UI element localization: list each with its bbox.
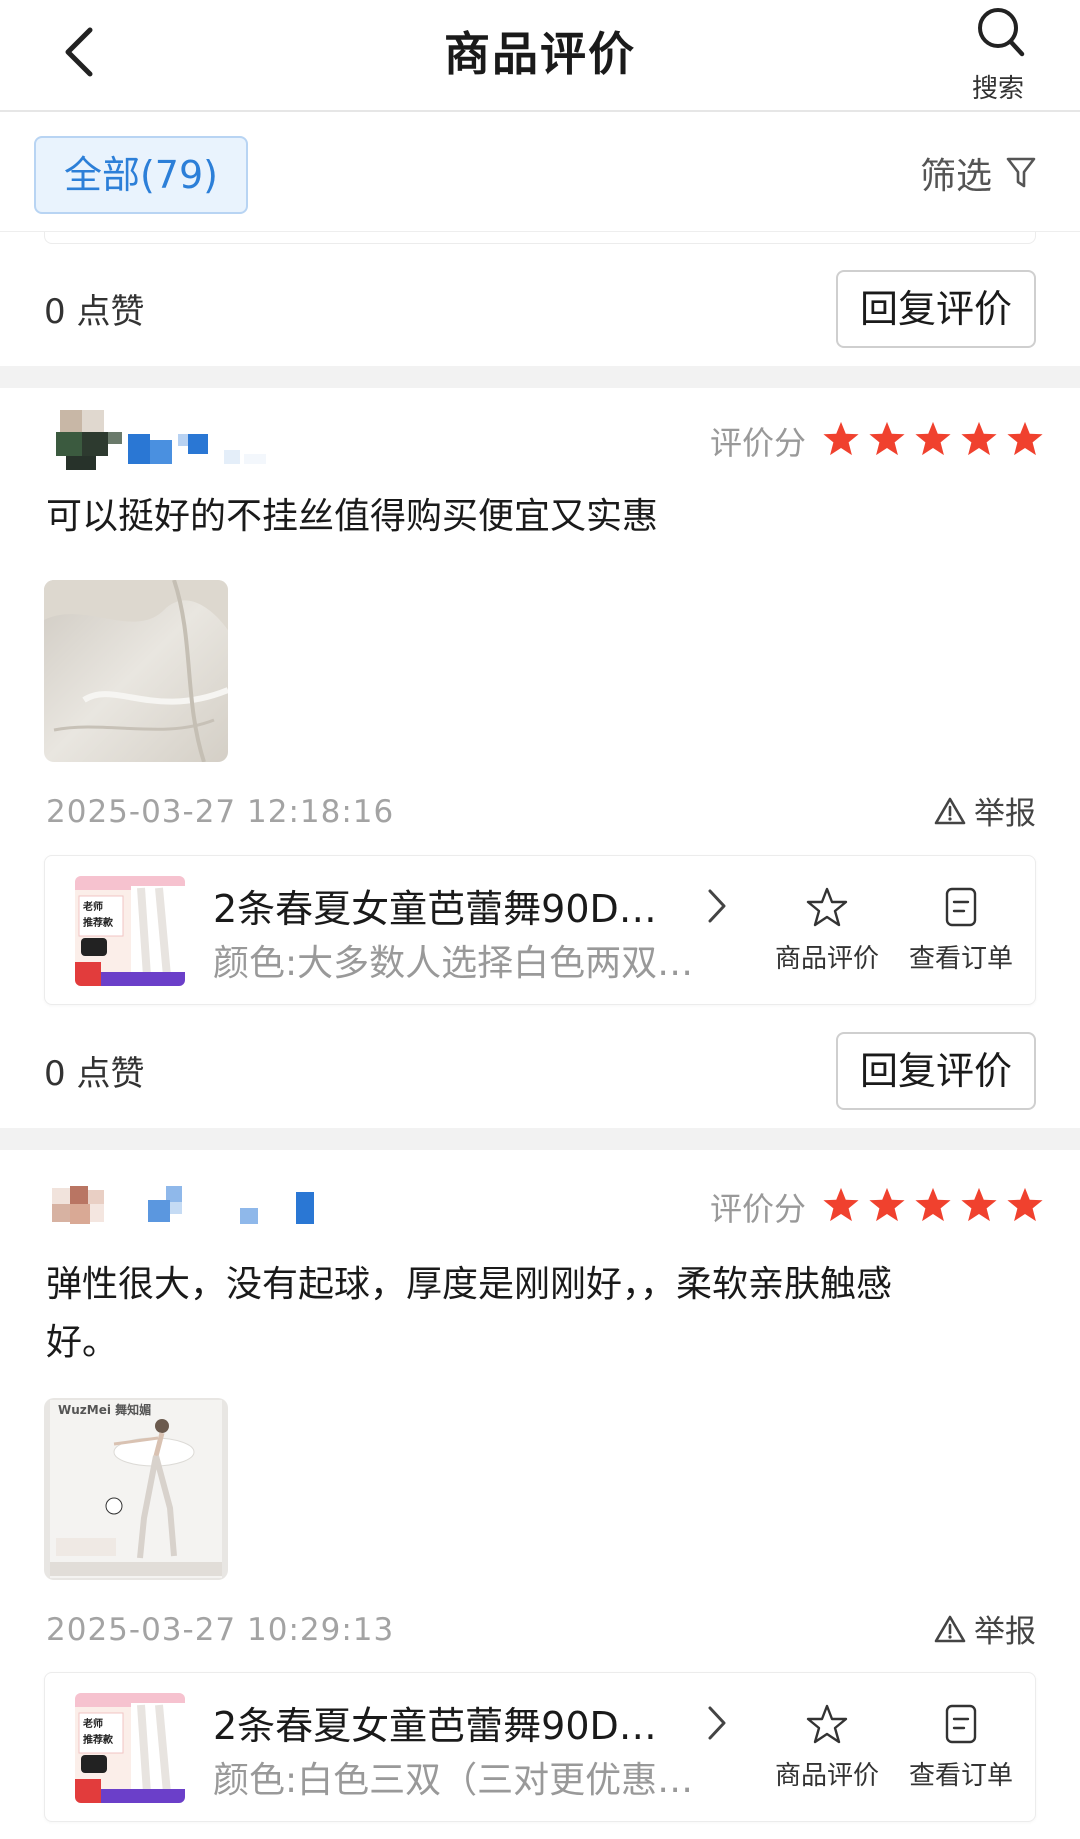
product-review-label: 商品评价: [774, 944, 879, 974]
product-card[interactable]: 老师 推荐款 2条春夏女童芭蕾舞90D… 颜色:大多数人选择白色两双… 商品评价: [44, 855, 1036, 1005]
tab-all-reviews[interactable]: 全部(79): [34, 136, 248, 214]
thumb-tag-recommend: 推荐款: [83, 1733, 114, 1746]
product-review-label: 商品评价: [774, 1761, 879, 1791]
report-label: 举报: [974, 796, 1036, 832]
product-review-action[interactable]: 商品评价: [767, 882, 887, 975]
filter-button[interactable]: 筛选: [920, 148, 1036, 198]
chevron-right-icon: [708, 1706, 726, 1740]
rating-stars: [822, 420, 1044, 458]
search-label: 搜索: [971, 74, 1024, 104]
chevron-right-icon: [708, 889, 726, 923]
score-label: 评价分: [710, 1190, 807, 1228]
order-document-icon: [945, 1704, 977, 1744]
like-row: 0 点赞 回复评价: [0, 1024, 1080, 1120]
view-order-action[interactable]: 查看订单: [901, 882, 1021, 975]
like-count[interactable]: 0 点赞: [44, 284, 144, 333]
report-button[interactable]: 举报: [934, 788, 1036, 833]
product-thumbnail-image: 老师 推荐款: [75, 876, 185, 986]
star-icon: [823, 1187, 859, 1222]
like-count[interactable]: 0 点赞: [44, 1046, 144, 1095]
review-photo-image: [44, 580, 228, 762]
star-icon: [961, 1187, 997, 1222]
search-icon: [978, 8, 1025, 57]
review-timestamp: 2025-03-27 12:18:16: [46, 794, 395, 830]
review-photo-image: WuzMei 舞知媚: [44, 1398, 228, 1580]
thumb-tag-recommend: 推荐款: [83, 916, 114, 929]
thumb-tag-teacher: 老师: [82, 1717, 103, 1730]
rating-stars: [822, 1186, 1044, 1224]
review-timestamp: 2025-03-27 10:29:13: [46, 1612, 395, 1648]
star-icon: [869, 421, 905, 456]
top-nav-bar: 商品评价 搜索: [0, 0, 1080, 112]
like-row: 0 点赞 回复评价: [0, 262, 1080, 358]
product-thumbnail: 老师 推荐款: [75, 1693, 185, 1803]
review-photo[interactable]: [44, 580, 228, 762]
reply-review-button[interactable]: 回复评价: [836, 270, 1036, 348]
view-order-label: 查看订单: [908, 944, 1013, 974]
star-outline-icon: [806, 887, 848, 927]
product-name: 2条春夏女童芭蕾舞90D…: [213, 1704, 657, 1748]
star-icon: [869, 1187, 905, 1222]
search-button[interactable]: 搜索: [968, 4, 1028, 104]
product-name: 2条春夏女童芭蕾舞90D…: [213, 887, 657, 931]
previous-product-card-edge: [44, 232, 1036, 244]
view-order-action[interactable]: 查看订单: [901, 1699, 1021, 1792]
product-variant: 颜色:大多数人选择白色两双…: [213, 943, 694, 984]
report-label: 举报: [974, 1614, 1036, 1650]
star-outline-icon: [806, 1704, 848, 1744]
thumb-tag-teacher: 老师: [82, 900, 103, 913]
star-icon: [915, 1187, 951, 1222]
star-icon: [1007, 421, 1043, 456]
filter-label: 筛选: [919, 156, 992, 197]
avatar: [52, 1186, 122, 1230]
report-button[interactable]: 举报: [934, 1606, 1036, 1651]
star-icon: [823, 421, 859, 456]
warning-icon: [934, 1615, 966, 1642]
reply-review-button[interactable]: 回复评价: [836, 1032, 1036, 1110]
product-review-action[interactable]: 商品评价: [767, 1699, 887, 1792]
section-divider: [0, 366, 1080, 388]
product-thumbnail-image: 老师 推荐款: [75, 1693, 185, 1803]
star-icon: [961, 421, 997, 456]
star-icon: [915, 421, 951, 456]
product-variant: 颜色:白色三双（三对更优惠…: [213, 1760, 694, 1801]
username-blurred: [148, 1186, 328, 1230]
warning-icon: [934, 797, 966, 824]
section-divider: [0, 1128, 1080, 1150]
username-blurred: [128, 430, 288, 470]
view-order-label: 查看订单: [908, 1761, 1013, 1791]
product-card[interactable]: 老师 推荐款 2条春夏女童芭蕾舞90D… 颜色:白色三双（三对更优惠… 商品评价: [44, 1672, 1036, 1822]
product-thumbnail: 老师 推荐款: [75, 876, 185, 986]
funnel-icon: [1006, 157, 1036, 188]
review-text: 可以挺好的不挂丝值得购买便宜又实惠: [46, 496, 659, 537]
order-document-icon: [945, 887, 977, 927]
score-label: 评价分: [710, 424, 807, 462]
star-icon: [1007, 1187, 1043, 1222]
review-text: 弹性很大，没有起球，厚度是刚刚好，，柔软亲肤触感好。: [46, 1264, 893, 1363]
filter-bar: 全部(79) 筛选: [0, 114, 1080, 232]
photo-brand-text: WuzMei 舞知媚: [58, 1402, 151, 1417]
review-photo[interactable]: WuzMei 舞知媚: [44, 1398, 228, 1580]
page-title: 商品评价: [444, 27, 636, 81]
